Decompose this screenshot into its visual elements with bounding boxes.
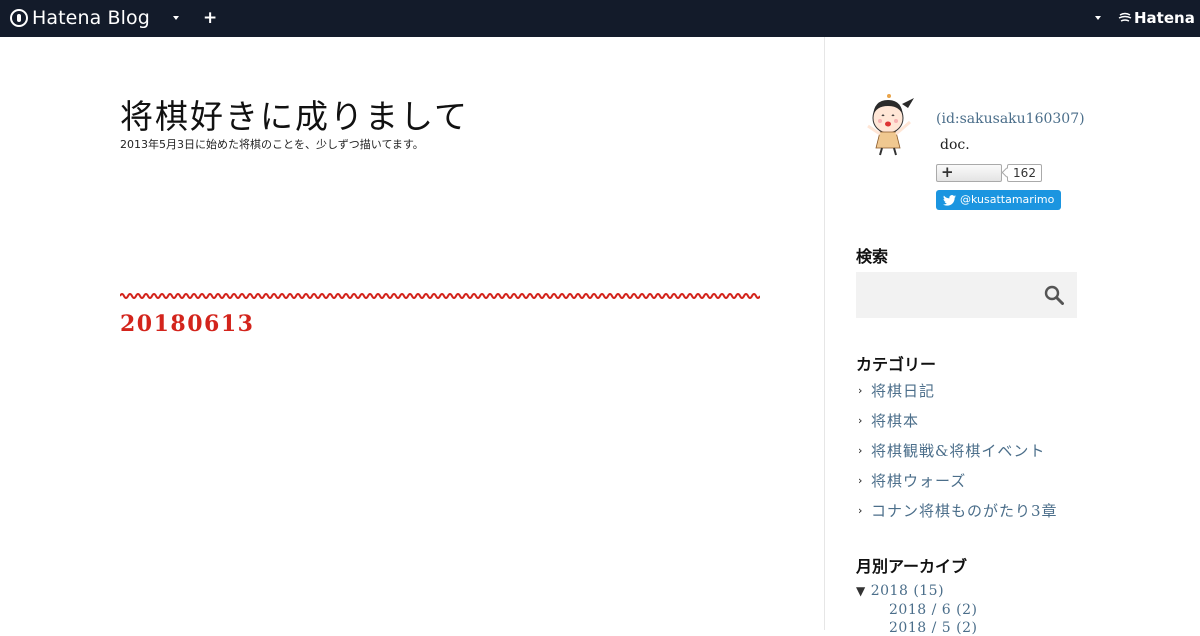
category-label: 将棋ウォーズ [871,472,967,490]
plus-icon[interactable]: + [203,8,217,28]
category-item[interactable]: › 将棋観戦&将棋イベント [858,440,1045,461]
search-input[interactable] [856,272,1026,318]
chevron-down-icon[interactable] [173,16,179,20]
chevron-right-icon: › [858,474,863,487]
character-avatar-icon[interactable] [856,92,920,156]
category-item[interactable]: › 将棋本 [858,410,919,431]
profile-description: doc. [940,137,970,153]
category-item[interactable]: › 将棋ウォーズ [858,470,966,491]
category-label: 将棋観戦&将棋イベント [871,442,1046,460]
archive-month-link[interactable]: 2018 / 6 (2) [889,602,977,618]
hatena-mark-icon [1118,12,1132,22]
subscribe-button[interactable]: + [936,163,1002,182]
chevron-right-icon: › [858,444,863,457]
search-icon[interactable] [1044,285,1064,305]
blog-title[interactable]: 将棋好きに成りまして [120,90,469,138]
category-label: 将棋本 [871,412,920,430]
global-header: Hatena Blog + Hatena [0,0,1200,37]
subscriber-count[interactable]: 162 [1007,164,1042,182]
entry-divider [120,293,760,299]
category-item[interactable]: › コナン将棋ものがたり3章 [858,500,1058,521]
blog-description: 2013年5月3日に始めた将棋のことを、少しずつ描いてます。 [120,138,424,151]
plus-icon: + [941,163,954,181]
hatena-blog-logo[interactable]: Hatena Blog [10,7,150,29]
archive-heading: 月別アーカイブ [856,557,968,576]
category-item[interactable]: › 将棋日記 [858,380,935,401]
sidebar-divider [824,37,825,630]
twitter-bird-icon [943,194,956,206]
search-box [856,272,1077,318]
hatena-blog-logo-text: Hatena Blog [32,7,150,29]
entry-title-link[interactable]: 20180613 [120,311,254,337]
user-menu-chevron-down-icon[interactable] [1095,16,1101,20]
twitter-follow-label: @kusattamarimo [960,193,1055,206]
expand-toggle-icon[interactable]: ▼ [856,584,866,598]
archive-month-link[interactable]: 2018 / 5 (2) [889,620,977,636]
chevron-right-icon: › [858,384,863,397]
hatena-blog-logo-icon [10,9,28,27]
profile-id-link[interactable]: (id:sakusaku160307) [936,111,1085,127]
chevron-right-icon: › [858,414,863,427]
hatena-link-text: Hatena [1134,9,1195,27]
archive-year-item[interactable]: ▼ 2018 (15) [856,583,944,599]
category-label: 将棋日記 [871,382,936,400]
search-heading: 検索 [856,247,889,266]
hatena-link[interactable]: Hatena [1118,9,1195,27]
categories-heading: カテゴリー [856,355,937,374]
category-label: コナン将棋ものがたり3章 [871,502,1058,520]
chevron-right-icon: › [858,504,863,517]
twitter-follow-button[interactable]: @kusattamarimo [936,190,1061,210]
archive-year-label: 2018 (15) [870,583,945,599]
